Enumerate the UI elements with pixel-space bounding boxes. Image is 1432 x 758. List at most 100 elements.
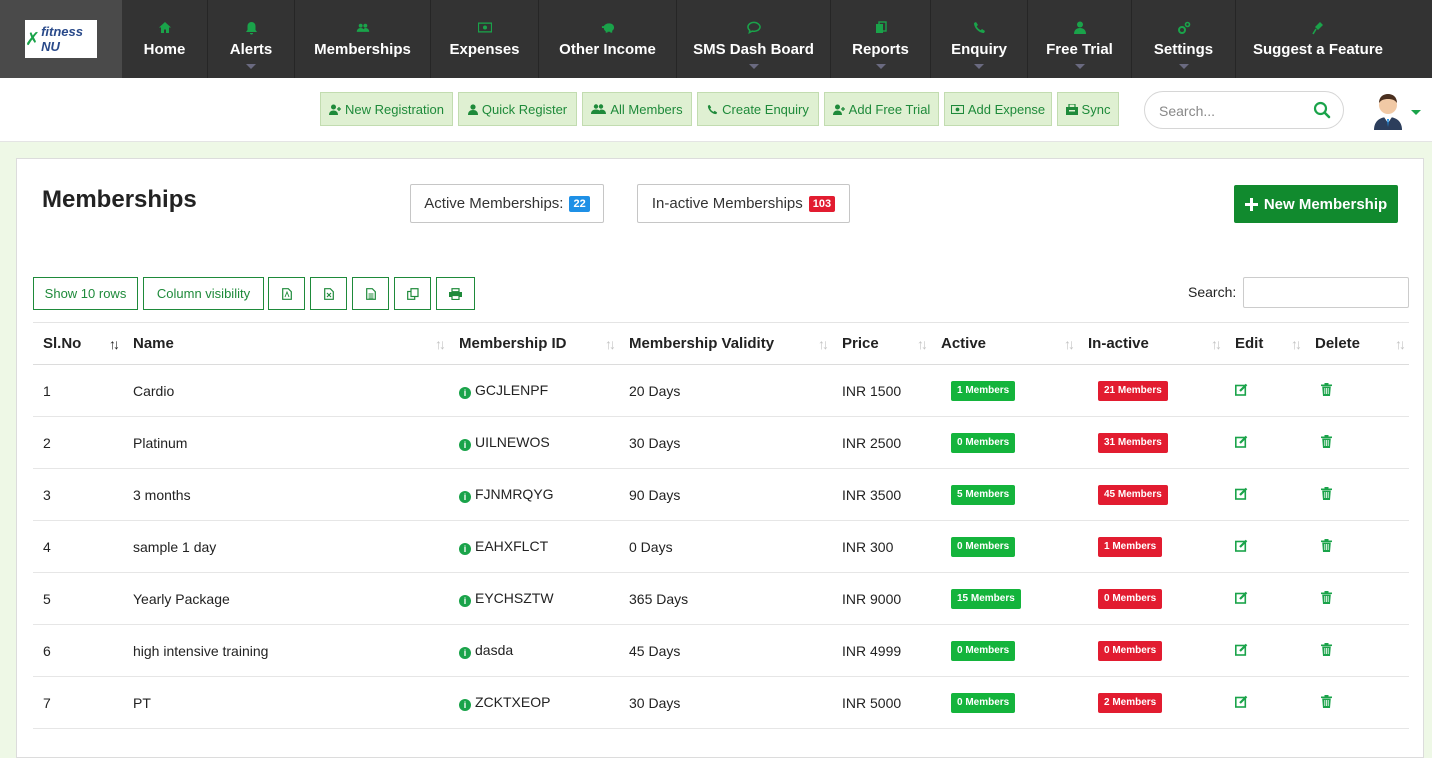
col-header-edit[interactable]: Edit ↑↓ — [1225, 322, 1305, 365]
copy-button[interactable] — [394, 277, 431, 310]
global-search-input[interactable] — [1159, 101, 1309, 121]
export-pdf-button[interactable] — [268, 277, 305, 310]
edit-icon[interactable] — [1235, 435, 1248, 451]
inactive-members-badge[interactable]: 21 Members — [1098, 381, 1168, 401]
search-icon[interactable] — [1313, 101, 1331, 122]
nav-sms-dashboard[interactable]: SMS Dash Board — [677, 0, 831, 78]
all-members-button[interactable]: All Members — [582, 92, 692, 126]
col-header-membership-id[interactable]: Membership ID ↑↓ — [449, 322, 619, 365]
show-rows-button[interactable]: Show 10 rows — [33, 277, 138, 310]
column-visibility-button[interactable]: Column visibility — [143, 277, 264, 310]
cell-active: 0 Members — [931, 520, 1078, 573]
col-header-delete[interactable]: Delete ↑↓ — [1305, 322, 1409, 365]
active-memberships-button[interactable]: Active Memberships: 22 — [410, 184, 604, 223]
inactive-members-badge[interactable]: 0 Members — [1098, 589, 1163, 609]
nav-other-income[interactable]: Other Income — [539, 0, 677, 78]
cell-delete — [1305, 624, 1409, 677]
nav-home[interactable]: Home — [122, 0, 208, 78]
active-members-badge[interactable]: 5 Members — [951, 485, 1016, 505]
active-members-badge[interactable]: 0 Members — [951, 537, 1016, 557]
trash-icon[interactable] — [1321, 642, 1332, 659]
col-header-name[interactable]: Name ↑↓ — [123, 322, 449, 365]
add-free-trial-label: Add Free Trial — [848, 101, 931, 117]
info-icon[interactable]: i — [459, 647, 471, 659]
trash-icon[interactable] — [1321, 538, 1332, 555]
table-row: 33 months i FJNMRQYG 90 Days INR 3500 5 Membe… — [33, 468, 1409, 521]
quick-register-button[interactable]: Quick Register — [458, 92, 577, 126]
export-excel-button[interactable] — [310, 277, 347, 310]
export-csv-button[interactable] — [352, 277, 389, 310]
table-search-input[interactable] — [1243, 277, 1409, 308]
trash-icon[interactable] — [1321, 694, 1332, 711]
inactive-members-badge[interactable]: 2 Members — [1098, 693, 1163, 713]
info-icon[interactable]: i — [459, 387, 471, 399]
edit-icon[interactable] — [1235, 695, 1248, 711]
edit-icon[interactable] — [1235, 539, 1248, 555]
info-icon[interactable]: i — [459, 491, 471, 503]
active-members-badge[interactable]: 0 Members — [951, 693, 1016, 713]
edit-icon[interactable] — [1235, 383, 1248, 399]
trash-icon[interactable] — [1321, 590, 1332, 607]
nav-suggest-feature[interactable]: Suggest a Feature — [1236, 0, 1400, 78]
trash-icon[interactable] — [1321, 486, 1332, 503]
col-header-validity[interactable]: Membership Validity ↑↓ — [619, 322, 832, 365]
col-header-inactive[interactable]: In-active ↑↓ — [1078, 322, 1225, 365]
inactive-memberships-label: In-active Memberships — [651, 195, 803, 212]
cell-inactive: 31 Members — [1078, 416, 1225, 469]
nav-memberships[interactable]: Memberships — [295, 0, 431, 78]
create-enquiry-button[interactable]: Create Enquiry — [697, 92, 819, 126]
brand-logo[interactable]: ✗ fitness NU — [25, 20, 97, 58]
active-members-badge[interactable]: 15 Members — [951, 589, 1021, 609]
edit-icon[interactable] — [1235, 591, 1248, 607]
nav-settings[interactable]: Settings — [1132, 0, 1236, 78]
inactive-members-badge[interactable]: 0 Members — [1098, 641, 1163, 661]
nav-alerts[interactable]: Alerts — [208, 0, 295, 78]
add-free-trial-button[interactable]: Add Free Trial — [824, 92, 939, 126]
edit-icon[interactable] — [1235, 487, 1248, 503]
user-avatar[interactable] — [1370, 88, 1406, 130]
nav-free-trial[interactable]: Free Trial — [1028, 0, 1132, 78]
nav-expenses[interactable]: Expenses — [431, 0, 539, 78]
active-memberships-label: Active Memberships: — [424, 195, 564, 212]
table-row: 2 Platinum i UILNEWOS 30 Days INR 2500 0 Membe… — [33, 416, 1409, 469]
active-members-badge[interactable]: 1 Members — [951, 381, 1016, 401]
edit-icon[interactable] — [1235, 643, 1248, 659]
trash-icon[interactable] — [1321, 434, 1332, 451]
cell-validity: 45 Days — [619, 624, 832, 677]
info-icon[interactable]: i — [459, 543, 471, 555]
chevron-down-icon[interactable] — [1411, 110, 1421, 115]
cell-edit — [1225, 416, 1305, 469]
sort-icon: ↑↓ — [1064, 336, 1075, 352]
nav-enquiry[interactable]: Enquiry — [931, 0, 1028, 78]
cell-name: PT — [123, 676, 449, 729]
cell-membership-id: i ZCKTXEOP — [449, 676, 619, 729]
info-icon[interactable]: i — [459, 699, 471, 711]
sync-button[interactable]: Sync — [1057, 92, 1119, 126]
info-icon[interactable]: i — [459, 439, 471, 451]
col-header-label: Price — [842, 335, 879, 352]
add-expense-button[interactable]: Add Expense — [944, 92, 1052, 126]
inactive-members-badge[interactable]: 45 Members — [1098, 485, 1168, 505]
active-members-badge[interactable]: 0 Members — [951, 641, 1016, 661]
col-header-price[interactable]: Price ↑↓ — [832, 322, 931, 365]
trash-icon[interactable] — [1321, 382, 1332, 399]
inactive-memberships-button[interactable]: In-active Memberships 103 — [637, 184, 850, 223]
cell-membership-id: i FJNMRQYG — [449, 468, 619, 521]
info-icon[interactable]: i — [459, 595, 471, 607]
plus-icon — [1244, 197, 1258, 211]
inactive-members-badge[interactable]: 31 Members — [1098, 433, 1168, 453]
membership-id-text: dasda — [475, 642, 514, 658]
active-members-badge[interactable]: 0 Members — [951, 433, 1016, 453]
new-registration-button[interactable]: New Registration — [320, 92, 453, 126]
print-button[interactable] — [436, 277, 475, 310]
membership-id-text: GCJLENPF — [475, 382, 549, 398]
cell-price: INR 2500 — [832, 416, 931, 469]
col-header-active[interactable]: Active ↑↓ — [931, 322, 1078, 365]
new-membership-button[interactable]: New Membership — [1234, 185, 1398, 223]
inactive-members-badge[interactable]: 1 Members — [1098, 537, 1163, 557]
nav-reports[interactable]: Reports — [831, 0, 931, 78]
col-header-slno[interactable]: Sl.No ↑↓ — [33, 322, 123, 365]
cell-validity: 20 Days — [619, 364, 832, 417]
cell-price: INR 1500 — [832, 364, 931, 417]
top-navbar: ✗ fitness NU Home Alerts Memberships Expe… — [0, 0, 1432, 78]
